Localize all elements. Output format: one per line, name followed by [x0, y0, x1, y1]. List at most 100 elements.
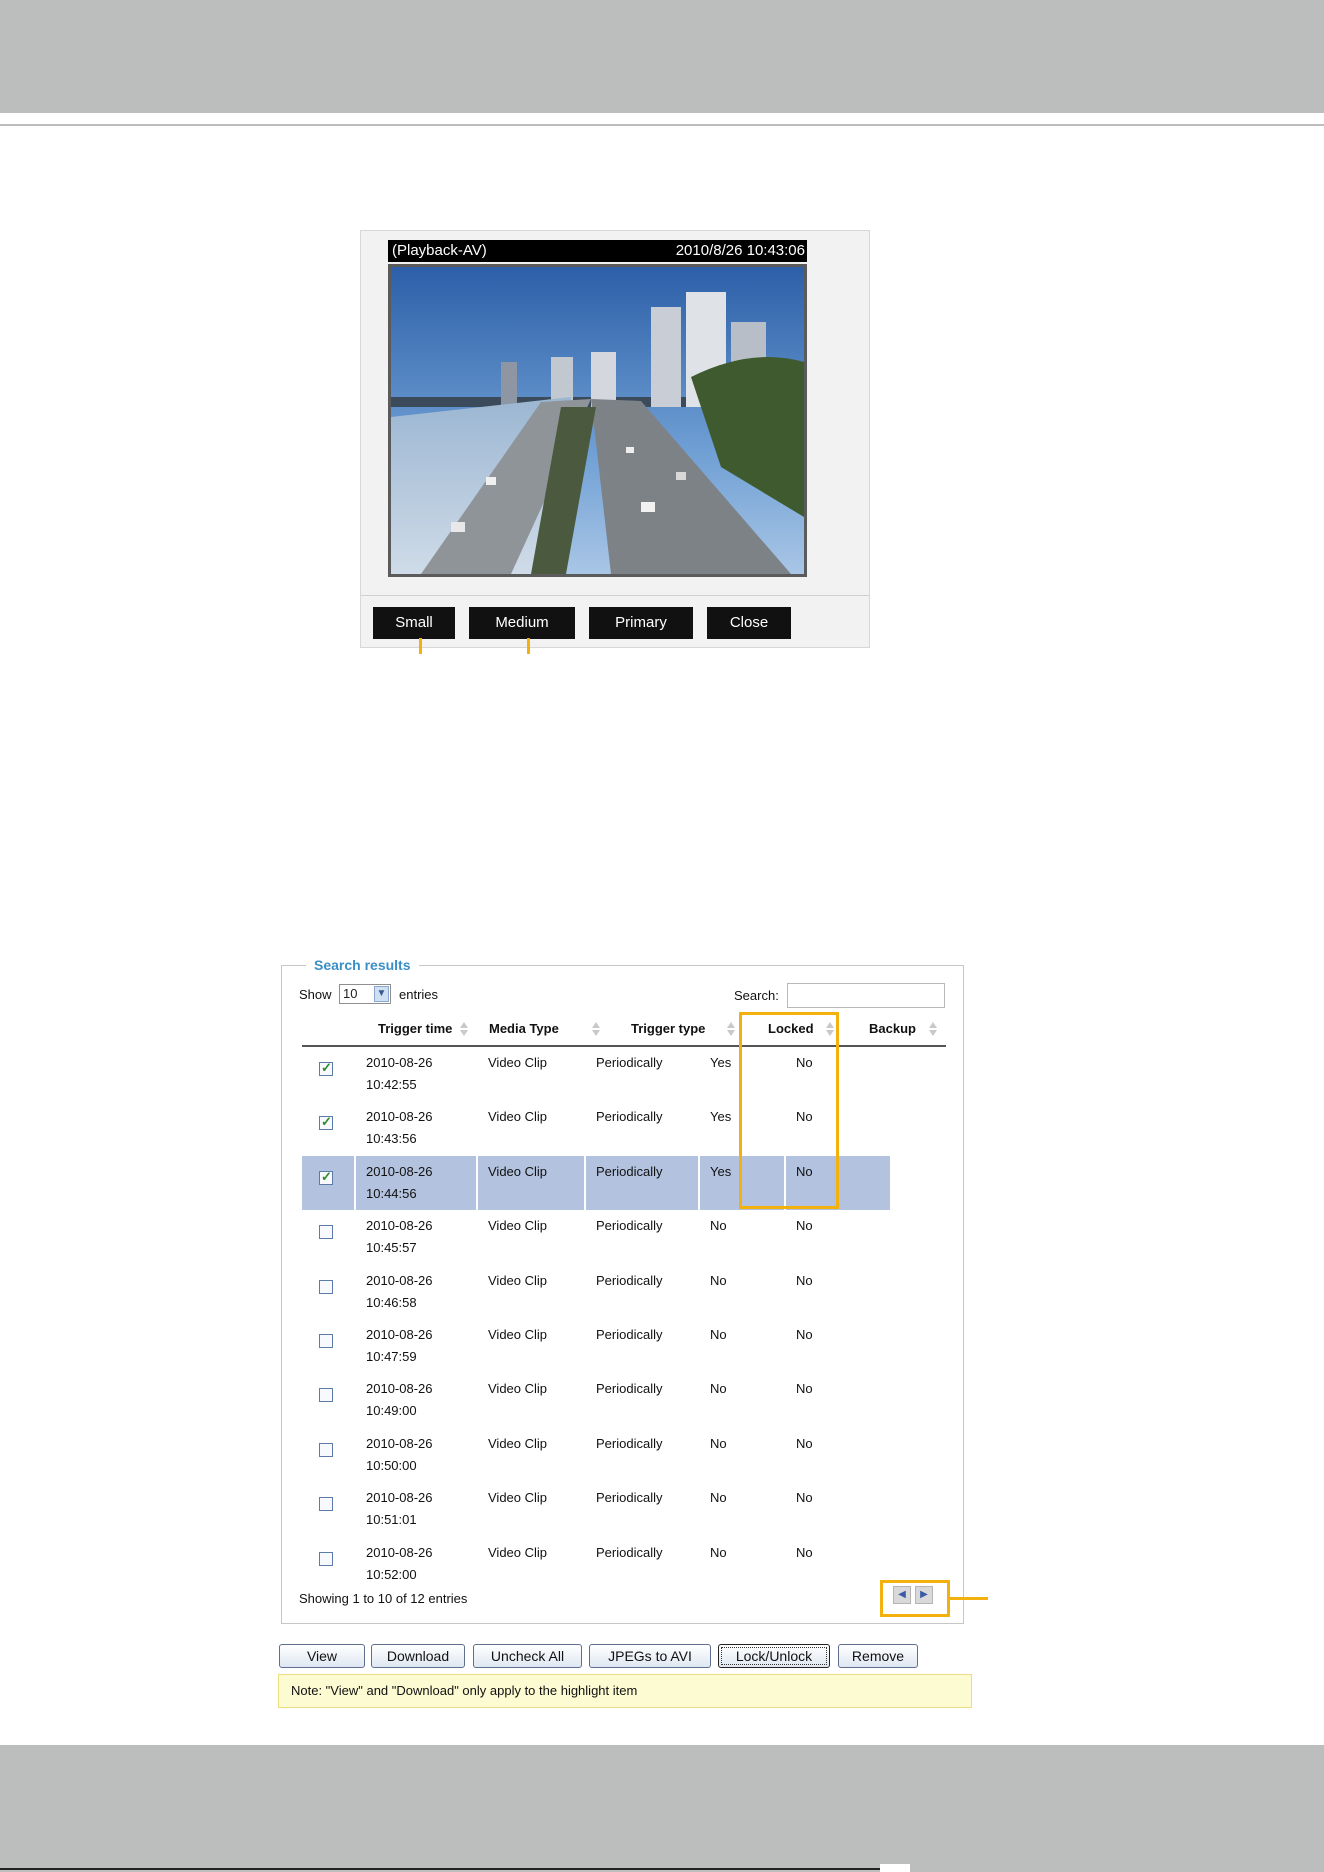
page-footer-band — [0, 1745, 1324, 1872]
row-checkbox[interactable] — [319, 1279, 333, 1294]
row-checkbox[interactable]: ✓ — [319, 1060, 333, 1076]
row-checkbox[interactable]: ✓ — [319, 1114, 333, 1131]
trigger-clock: 10:44:56 — [366, 1185, 417, 1201]
search-results-panel: Search results Show 10 ▼ entries Search:… — [281, 956, 964, 1624]
locked-value: Yes — [710, 1163, 732, 1179]
table-row[interactable]: 2010-08-26 10:45:57 Video Clip Periodically… — [302, 1210, 946, 1264]
entries-select[interactable]: 10 ▼ — [339, 984, 391, 1004]
playback-window: (Playback-AV) 2010/8/26 10:43:06 Small M… — [360, 230, 870, 648]
trigger-time-cell: 2010-08-26 10:45:57 — [356, 1210, 476, 1264]
sort-icon[interactable] — [592, 1022, 600, 1036]
table-row[interactable]: 2010-08-26 10:51:01 Video Clip Periodically… — [302, 1482, 946, 1536]
medium-button[interactable]: Medium — [469, 607, 575, 639]
chevron-down-icon[interactable]: ▼ — [374, 986, 389, 1002]
col-trigger-type[interactable]: Trigger type — [631, 1013, 705, 1045]
small-button[interactable]: Small — [373, 607, 455, 639]
trigger-type-cell: Periodically — [586, 1319, 698, 1373]
jpegs-to-avi-button[interactable]: JPEGs to AVI — [589, 1644, 711, 1668]
trigger-time-cell: 2010-08-26 10:51:01 — [356, 1482, 476, 1536]
locked-column-highlight — [739, 1012, 839, 1209]
row-checkbox[interactable] — [319, 1334, 333, 1348]
close-button[interactable]: Close — [707, 607, 791, 639]
checkbox-cell: ✓ — [302, 1101, 354, 1155]
trigger-type-cell: Periodically — [586, 1047, 698, 1101]
lock-unlock-button[interactable]: Lock/Unlock — [718, 1644, 830, 1668]
media-type-cell: Video Clip — [478, 1155, 584, 1210]
checkbox-cell — [302, 1265, 354, 1319]
media-type-cell: Video Clip — [478, 1428, 584, 1482]
video-snapshot — [391, 267, 804, 574]
locked-value: No — [710, 1218, 727, 1234]
trigger-clock: 10:49:00 — [366, 1403, 417, 1419]
backup-cell: No — [786, 1482, 890, 1536]
search-input[interactable] — [787, 983, 945, 1008]
primary-button[interactable]: Primary — [589, 607, 693, 639]
playback-label: (Playback-AV) — [392, 242, 487, 259]
remove-button[interactable]: Remove — [838, 1644, 918, 1668]
media-type-value: Video Clip — [488, 1055, 548, 1070]
trigger-date: 2010-08-26 — [366, 1163, 433, 1179]
row-checkbox[interactable] — [319, 1442, 333, 1457]
uncheck-all-button[interactable]: Uncheck All — [473, 1644, 582, 1668]
locked-value: No — [710, 1435, 727, 1451]
table-row[interactable]: 2010-08-26 10:49:00 Video Clip Periodically… — [302, 1373, 946, 1427]
col-media-type[interactable]: Media Type — [489, 1013, 559, 1045]
checkbox-cell — [302, 1210, 354, 1264]
table-row[interactable]: 2010-08-26 10:50:00 Video Clip Periodically… — [302, 1428, 946, 1482]
trigger-date: 2010-08-26 — [366, 1327, 433, 1342]
trigger-type-cell: Periodically — [586, 1265, 698, 1319]
locked-cell: No — [700, 1482, 784, 1536]
table-row[interactable]: ✓ 2010-08-26 10:43:56 Video Clip Periodicall… — [302, 1101, 946, 1155]
download-button[interactable]: Download — [371, 1644, 465, 1668]
locked-value: No — [710, 1544, 727, 1560]
checkbox-cell: ✓ — [302, 1155, 354, 1210]
table-row[interactable]: 2010-08-26 10:52:00 Video Clip Periodically… — [302, 1537, 946, 1591]
table-row[interactable]: ✓ 2010-08-26 10:42:55 Video Clip Periodicall… — [302, 1047, 946, 1101]
backup-value: No — [796, 1544, 813, 1560]
footer-rule — [0, 1868, 880, 1870]
table-row[interactable]: ✓ 2010-08-26 10:44:56 Video Clip Periodicall… — [302, 1155, 946, 1210]
backup-value: No — [796, 1490, 813, 1506]
col-trigger-time[interactable]: Trigger time — [378, 1013, 452, 1045]
sort-icon[interactable] — [929, 1022, 937, 1036]
locked-value: No — [710, 1490, 727, 1506]
trigger-time-cell: 2010-08-26 10:47:59 — [356, 1319, 476, 1373]
trigger-type-cell: Periodically — [586, 1101, 698, 1155]
show-label: Show — [299, 987, 332, 1002]
trigger-clock: 10:50:00 — [366, 1457, 417, 1473]
row-checkbox[interactable] — [319, 1551, 333, 1566]
backup-value: No — [796, 1327, 813, 1342]
trigger-type-value: Periodically — [596, 1490, 663, 1506]
row-checkbox[interactable] — [319, 1388, 333, 1403]
media-type-cell: Video Clip — [478, 1047, 584, 1101]
row-checkbox[interactable] — [319, 1497, 333, 1512]
search-label: Search: — [734, 988, 779, 1003]
trigger-time-cell: 2010-08-26 10:46:58 — [356, 1265, 476, 1319]
media-type-cell: Video Clip — [478, 1537, 584, 1591]
sort-icon[interactable] — [460, 1022, 468, 1036]
table-row[interactable]: 2010-08-26 10:46:58 Video Clip Periodically… — [302, 1265, 946, 1319]
backup-value: No — [796, 1435, 813, 1451]
media-type-value: Video Clip — [488, 1381, 548, 1397]
media-type-cell: Video Clip — [478, 1319, 584, 1373]
playback-title-bar: (Playback-AV) 2010/8/26 10:43:06 — [388, 240, 807, 262]
pager-callout-line — [950, 1597, 988, 1600]
media-type-cell: Video Clip — [478, 1265, 584, 1319]
table-row[interactable]: 2010-08-26 10:47:59 Video Clip Periodically… — [302, 1319, 946, 1373]
medium-callout-line — [527, 638, 530, 654]
locked-value: No — [710, 1327, 727, 1342]
checkbox-cell: ✓ — [302, 1047, 354, 1101]
trigger-clock: 10:42:55 — [366, 1077, 417, 1092]
col-backup[interactable]: Backup — [869, 1013, 916, 1045]
row-checkbox[interactable] — [319, 1225, 333, 1240]
locked-cell: No — [700, 1373, 784, 1427]
locked-value: No — [710, 1381, 727, 1397]
media-type-value: Video Clip — [488, 1490, 548, 1506]
trigger-time-cell: 2010-08-26 10:42:55 — [356, 1047, 476, 1101]
trigger-date: 2010-08-26 — [366, 1218, 433, 1234]
view-button[interactable]: View — [279, 1644, 365, 1668]
trigger-time-cell: 2010-08-26 10:43:56 — [356, 1101, 476, 1155]
row-checkbox[interactable]: ✓ — [319, 1169, 333, 1185]
checkbox-cell — [302, 1373, 354, 1427]
sort-icon[interactable] — [727, 1022, 735, 1036]
